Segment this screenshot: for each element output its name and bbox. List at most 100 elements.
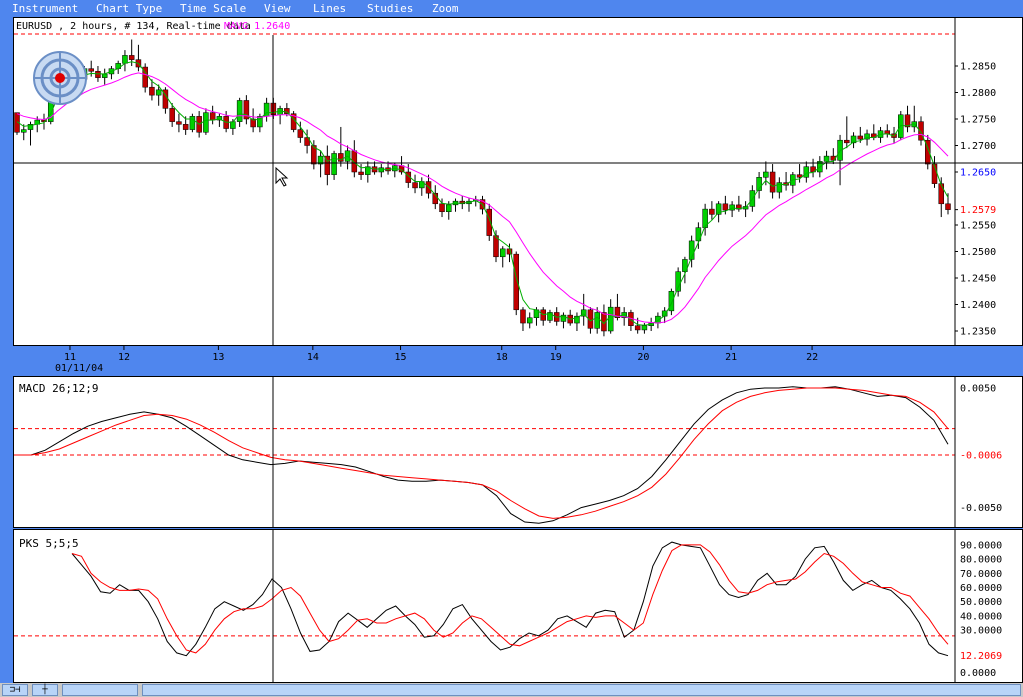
candle [452,198,459,212]
menu-studies[interactable]: Studies [367,2,413,15]
candle [412,174,418,194]
candle [560,312,567,329]
status-cell-tool-icon[interactable]: ⊐⊣ [2,684,28,696]
candle [14,112,20,135]
candle [567,309,573,326]
candle [884,124,891,138]
candle [938,177,945,218]
macd-signal-line [17,387,949,519]
candle [850,132,857,149]
candle [526,312,533,329]
price-label: 1.2800 [960,88,996,99]
pks-title: PKS 5;5;5 [19,537,79,550]
price-label: 1.2400 [960,300,996,311]
candle [135,44,142,72]
candle [547,309,553,324]
candle [837,134,843,186]
candle [459,195,466,210]
macd-title: MACD 26;12;9 [19,382,98,395]
candle [904,105,911,133]
candle [493,230,499,263]
candle [176,113,182,133]
candle [668,288,675,316]
menu-time-scale[interactable]: Time Scale [180,2,246,15]
date-label: 22 [806,352,818,363]
price-label: 1.2500 [960,247,996,258]
menu-bar: Instrument Chart Type Time Scale View Li… [0,0,1023,17]
status-cell-crosshair-icon[interactable]: ┼ [32,684,58,696]
candle [209,105,216,125]
price-label: 1.2700 [960,141,996,152]
candle [742,201,749,218]
candle [257,113,263,133]
candle [351,140,358,178]
month-label: 01/11/04 [55,363,103,374]
date-label: 15 [395,352,407,363]
macd-axis-label: -0.0050 [960,503,1002,514]
candle [823,150,830,170]
candle [540,307,546,326]
date-label: 20 [637,352,649,363]
price-chart[interactable]: 1.2850 1.2800 1.2750 1.2700 1.2650 1.2579 1.25… [14,18,1022,345]
macd-axis-label: -0.0006 [960,450,1002,461]
candle [365,161,371,183]
candle [189,113,196,133]
macd-chart[interactable]: 0.0050 -0.0006 -0.0050 MACD 26;12;9 [14,377,1022,527]
candle [142,63,148,93]
app-logo [33,51,87,105]
candle [338,126,344,167]
pks-chart[interactable]: 90.0000 80.0000 70.0000 60.0000 50.0000 40.00… [14,530,1022,682]
date-label: 18 [496,352,508,363]
price-panel[interactable]: 1.2850 1.2800 1.2750 1.2700 1.2650 1.2579 1.25… [13,17,1023,346]
ma-fast-line [16,61,949,326]
pks-axis-label: 12.2069 [960,651,1002,662]
macd-panel[interactable]: 0.0050 -0.0006 -0.0050 MACD 26;12;9 [13,376,1023,528]
price-label: 1.2450 [960,274,996,285]
menu-view[interactable]: View [264,2,291,15]
menu-lines[interactable]: Lines [313,2,346,15]
price-label: 1.2579 [960,205,996,216]
candle [769,164,776,199]
candle [466,198,472,212]
candle [891,126,897,143]
candle [122,50,128,72]
date-label: 21 [725,352,737,363]
candle [101,68,108,85]
candle [243,95,250,125]
candle [796,164,803,183]
status-cell-blank-2 [142,684,1021,696]
candle [918,116,924,146]
candle [783,172,789,191]
status-cell-blank-1 [62,684,138,696]
candle [41,113,47,130]
candle [736,195,742,212]
pks-axis-label: 60.0000 [960,583,1002,594]
pks-axis-label: 0.0000 [960,668,996,679]
candle [709,201,715,220]
price-label: 1.2550 [960,221,996,232]
candle [695,222,702,249]
candle [263,97,270,122]
menu-instrument[interactable]: Instrument [12,2,78,15]
candle [162,87,169,114]
pks-panel[interactable]: 90.0000 80.0000 70.0000 60.0000 50.0000 40.00… [13,529,1023,683]
macd-axis-label: 0.0050 [960,383,996,394]
pks-axis-label: 70.0000 [960,569,1002,580]
pks-axis-label: 50.0000 [960,597,1002,608]
candle [580,293,587,326]
candle [574,312,580,331]
candle [236,97,243,127]
menu-zoom[interactable]: Zoom [432,2,459,15]
candle [419,177,425,196]
candle [324,145,331,186]
menu-chart-type[interactable]: Chart Type [96,2,162,15]
price-label: 1.2750 [960,115,996,126]
candle [756,172,762,199]
date-label: 11 [64,352,76,363]
pks-axis-label: 90.0000 [960,540,1002,551]
pks-axis-label: 30.0000 [960,626,1002,637]
status-bar: ⊐⊣ ┼ [0,683,1023,697]
candle [499,246,506,268]
candle [317,150,324,178]
candle [776,177,783,199]
